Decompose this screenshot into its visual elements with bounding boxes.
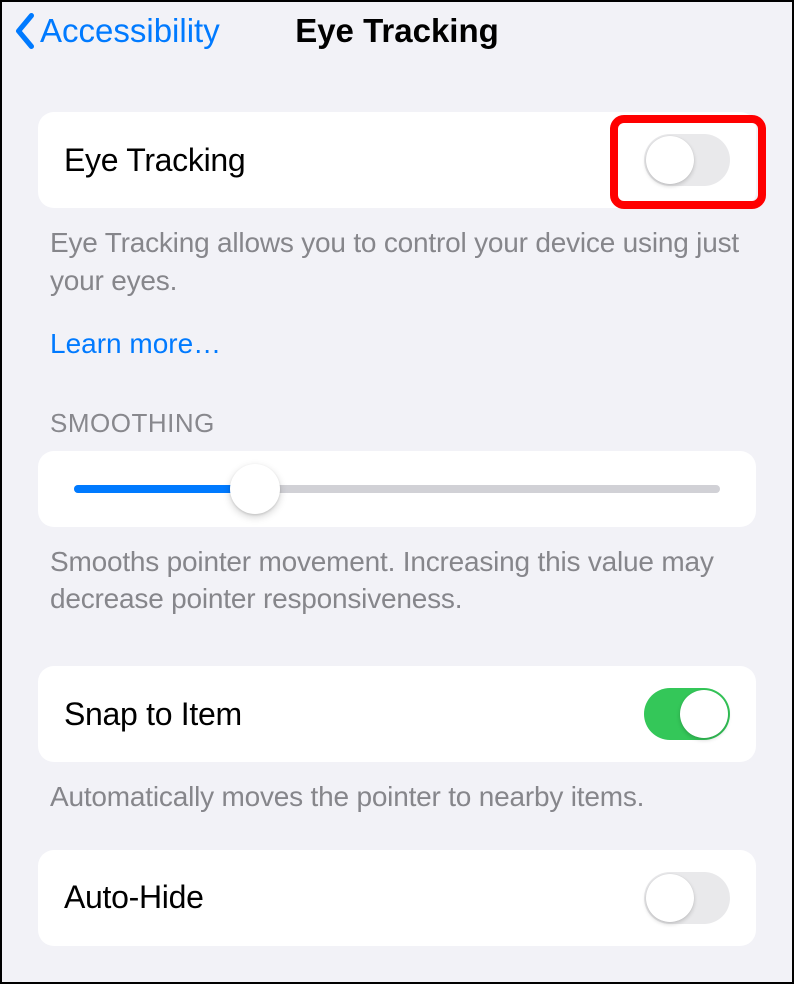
smoothing-header: SMOOTHING — [38, 360, 756, 451]
smoothing-slider[interactable] — [74, 485, 720, 493]
snap-to-item-toggle[interactable] — [644, 688, 730, 740]
slider-fill — [74, 485, 255, 493]
navigation-bar: Accessibility Eye Tracking — [2, 2, 792, 62]
auto-hide-row: Auto-Hide — [38, 850, 756, 946]
toggle-knob — [680, 690, 728, 738]
snap-to-item-label: Snap to Item — [64, 696, 242, 733]
toggle-knob — [646, 874, 694, 922]
eye-tracking-toggle[interactable] — [644, 134, 730, 186]
chevron-left-icon — [14, 13, 36, 49]
toggle-knob — [646, 136, 694, 184]
auto-hide-toggle[interactable] — [644, 872, 730, 924]
snap-to-item-row: Snap to Item — [38, 666, 756, 762]
back-label: Accessibility — [40, 12, 220, 50]
auto-hide-label: Auto-Hide — [64, 879, 204, 916]
learn-more-link[interactable]: Learn more… — [38, 300, 756, 360]
smoothing-description: Smooths pointer movement. Increasing thi… — [38, 527, 756, 619]
eye-tracking-row: Eye Tracking — [38, 112, 756, 208]
slider-knob — [230, 464, 280, 514]
snap-to-item-description: Automatically moves the pointer to nearb… — [38, 762, 756, 816]
smoothing-slider-row — [38, 451, 756, 527]
eye-tracking-label: Eye Tracking — [64, 142, 245, 179]
eye-tracking-description: Eye Tracking allows you to control your … — [38, 208, 756, 300]
back-button[interactable]: Accessibility — [14, 12, 220, 50]
